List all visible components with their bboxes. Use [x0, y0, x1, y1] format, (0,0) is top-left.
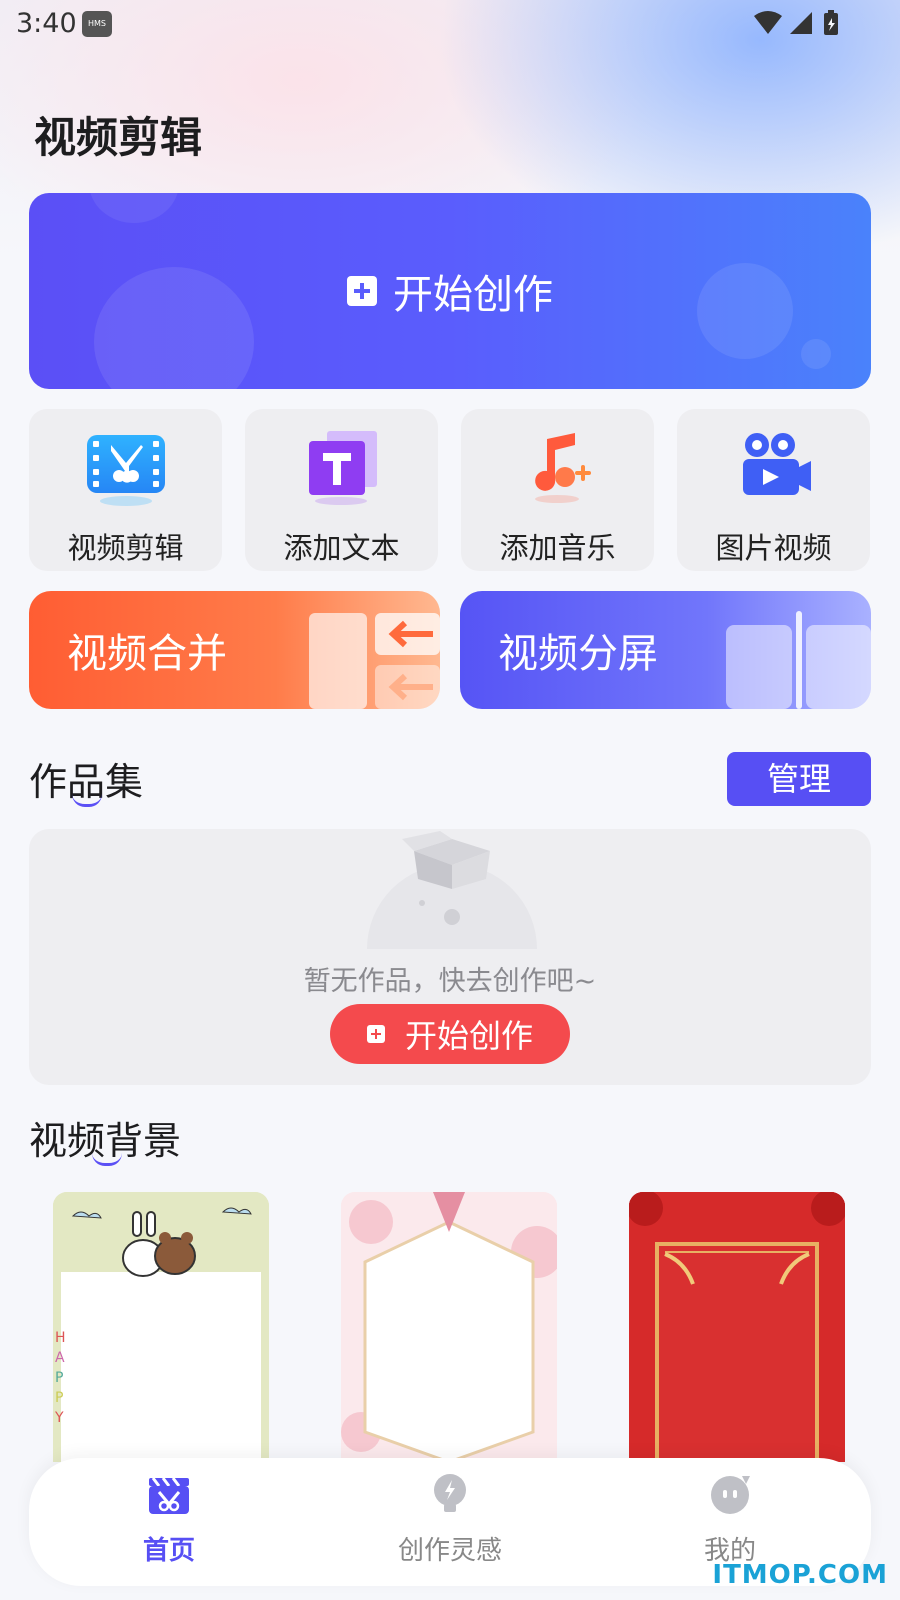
status-bar: 3:40 HMS [0, 0, 900, 48]
tab-label: 创作灵感 [397, 1536, 502, 1566]
tool-add-text[interactable]: 添加文本 [245, 409, 438, 571]
start-create-button[interactable]: 开始创作 [330, 1004, 570, 1064]
profile-icon [711, 1476, 750, 1514]
start-create-button-label: 开始创作 [404, 1017, 533, 1055]
signal-icon [790, 12, 812, 34]
svg-text:A: A [55, 1350, 65, 1366]
status-time: 3:40 [16, 8, 77, 39]
background-template-floral[interactable] [341, 1192, 557, 1462]
template-preview-image [341, 1192, 557, 1462]
svg-text:H: H [55, 1330, 66, 1346]
plus-icon [366, 1025, 385, 1043]
split-screen-icon [726, 611, 871, 709]
empty-message: 暂无作品，快去创作吧~ [303, 966, 597, 997]
empty-box-icon [367, 831, 537, 949]
svg-text:Y: Y [54, 1410, 64, 1426]
tool-grid: 视频剪辑 添加文本 添加音乐 图片视频 [29, 409, 871, 571]
background-template-red[interactable] [629, 1192, 845, 1462]
tool-photo-video[interactable]: 图片视频 [677, 409, 870, 571]
status-icons [754, 10, 838, 35]
tool-add-music[interactable]: 添加音乐 [461, 409, 654, 571]
video-merge-label: 视频合并 [67, 631, 227, 677]
watermark-text: ITMOP.COM [712, 1560, 888, 1590]
tool-label: 图片视频 [715, 531, 832, 565]
page-title: 视频剪辑 [34, 113, 203, 162]
svg-text:P: P [55, 1370, 63, 1386]
video-camera-icon [743, 433, 811, 495]
start-create-label: 开始创作 [393, 272, 553, 318]
merge-icon [309, 613, 440, 709]
video-split-label: 视频分屏 [498, 631, 658, 677]
hms-badge: HMS [82, 11, 112, 37]
manage-button[interactable]: 管理 [727, 752, 871, 806]
tab-home[interactable]: 首页 [69, 1458, 269, 1586]
tool-label: 添加音乐 [499, 531, 616, 565]
lightbulb-icon [434, 1474, 466, 1512]
template-preview-image: H A P P Y [53, 1192, 269, 1462]
tool-video-edit[interactable]: 视频剪辑 [29, 409, 222, 571]
template-preview-image [629, 1192, 845, 1462]
tab-inspiration[interactable]: 创作灵感 [350, 1458, 550, 1586]
video-merge-card[interactable]: 视频合并 [29, 591, 440, 709]
film-scissors-icon [87, 435, 165, 506]
video-split-card[interactable]: 视频分屏 [460, 591, 871, 709]
music-plus-icon [535, 433, 591, 503]
start-create-banner[interactable]: 开始创作 [29, 193, 871, 389]
text-T-icon [309, 431, 377, 505]
background-template-cute[interactable]: H A P P Y [53, 1192, 269, 1462]
plus-icon [347, 276, 377, 306]
tool-label: 视频剪辑 [67, 531, 184, 565]
svg-text:P: P [55, 1390, 63, 1406]
wifi-icon [754, 11, 782, 34]
tool-label: 添加文本 [283, 531, 400, 565]
tab-label: 首页 [142, 1536, 195, 1566]
home-film-icon [149, 1477, 189, 1514]
